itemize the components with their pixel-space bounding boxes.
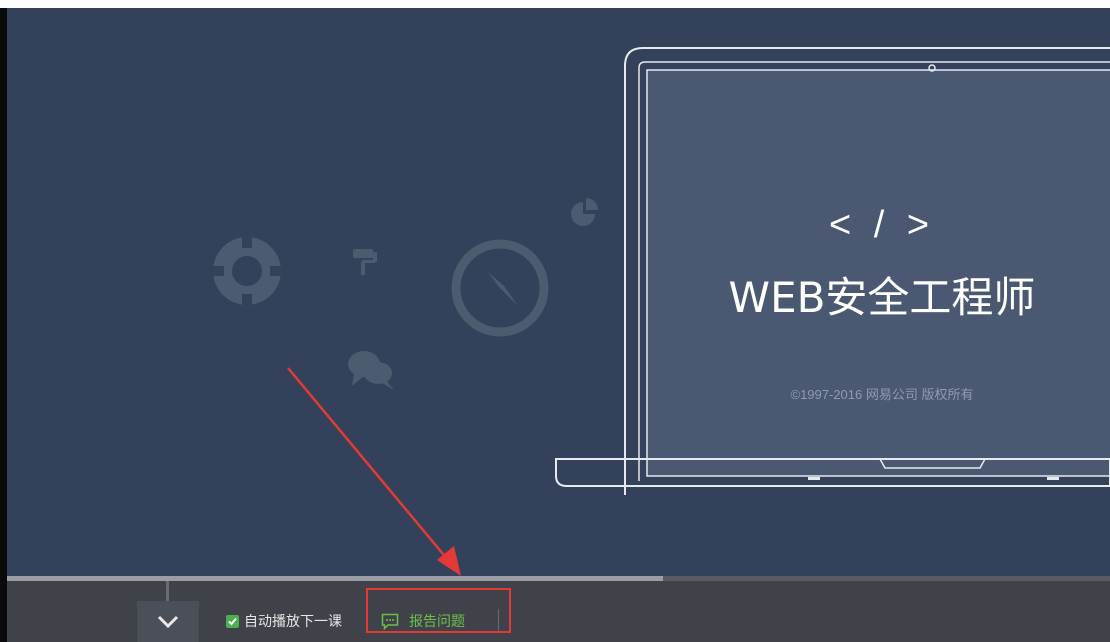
player-control-bar: 自动播放下一课 报告问题 [7, 581, 1110, 642]
copyright-text: ©1997-2016 网易公司 版权所有 [790, 387, 974, 402]
checkmark-icon [228, 617, 237, 625]
collapse-toggle-button[interactable] [137, 601, 199, 642]
autoplay-label: 自动播放下一课 [244, 614, 342, 630]
left-edge [0, 8, 7, 642]
video-area[interactable]: < / > WEB安全工程师 ©1997-2016 网易公司 版权所有 [7, 8, 1110, 576]
code-glyph: < / > [828, 204, 936, 246]
autoplay-toggle[interactable]: 自动播放下一课 [226, 611, 342, 631]
toggle-stem [166, 581, 169, 601]
autoplay-checkbox[interactable] [226, 614, 239, 628]
chevron-down-icon [157, 615, 179, 628]
player-stage: < / > WEB安全工程师 ©1997-2016 网易公司 版权所有 自动播放… [0, 8, 1110, 642]
highlight-box [366, 588, 511, 633]
course-title: WEB安全工程师 [728, 273, 1036, 322]
